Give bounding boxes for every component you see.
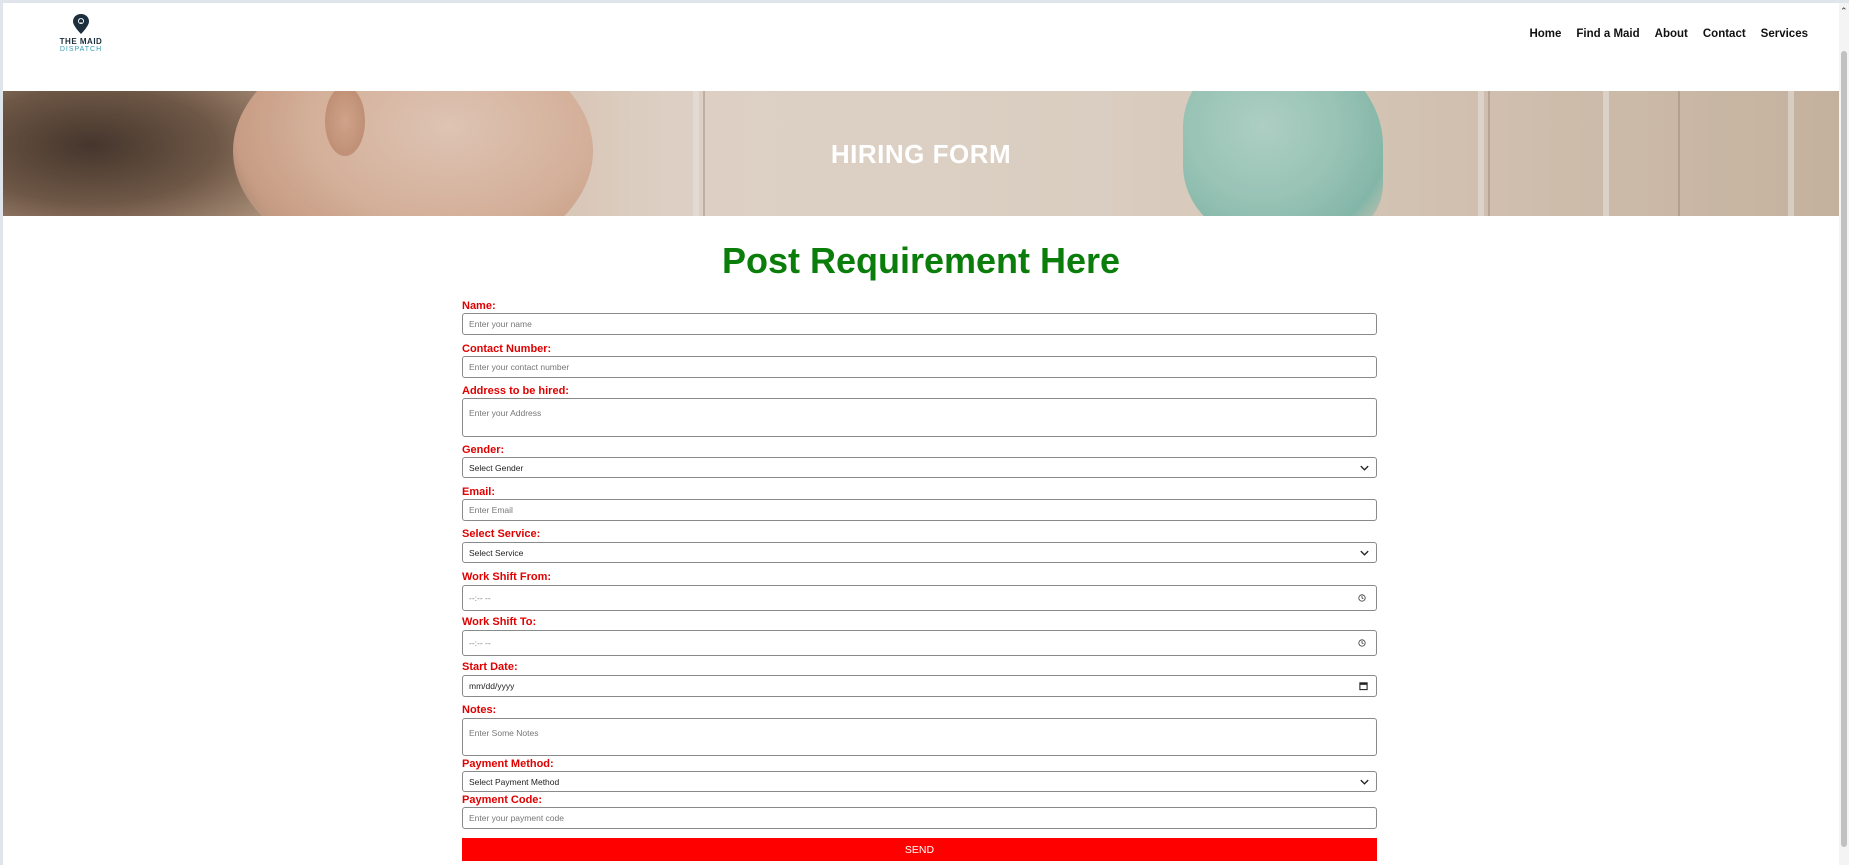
service-select[interactable]: Select Service	[462, 542, 1377, 563]
name-placeholder: Enter your name	[469, 319, 532, 329]
chevron-down-icon	[1360, 779, 1369, 785]
clock-icon[interactable]	[1358, 594, 1366, 602]
notes-placeholder: Enter Some Notes	[469, 728, 539, 738]
address-textarea[interactable]: Enter your Address	[462, 398, 1377, 437]
clock-icon[interactable]	[1358, 639, 1366, 647]
nav-services[interactable]: Services	[1761, 28, 1808, 40]
contact-number-input[interactable]: Enter your contact number	[462, 356, 1377, 378]
address-placeholder: Enter your Address	[469, 408, 542, 418]
contact-placeholder: Enter your contact number	[469, 362, 570, 372]
notes-textarea[interactable]: Enter Some Notes	[462, 718, 1377, 756]
shift-to-time-input[interactable]: --:-- --	[462, 630, 1377, 656]
nav-about[interactable]: About	[1655, 28, 1688, 40]
calendar-icon[interactable]	[1359, 682, 1368, 691]
site-header: THE MAID DISPATCH Home Find a Maid About…	[3, 3, 1839, 91]
banner-title: HIRING FORM	[830, 139, 1012, 169]
service-label: Select Service:	[462, 528, 541, 540]
logo-text-secondary: DISPATCH	[59, 46, 103, 53]
address-label: Address to be hired:	[462, 385, 569, 397]
gender-label: Gender:	[462, 444, 505, 456]
service-selected-value: Select Service	[469, 547, 524, 558]
payment-code-input[interactable]: Enter your payment code	[462, 807, 1377, 829]
shift-from-value: --:-- --	[469, 593, 491, 603]
main-nav: Home Find a Maid About Contact Services	[1529, 28, 1808, 40]
logo[interactable]: THE MAID DISPATCH	[55, 13, 107, 61]
chevron-down-icon	[1360, 465, 1369, 471]
gender-selected-value: Select Gender	[469, 462, 524, 473]
name-label: Name:	[462, 300, 496, 312]
scrollbar[interactable]: ⌃	[1839, 3, 1849, 865]
shift-from-time-input[interactable]: --:-- --	[462, 585, 1377, 611]
email-placeholder: Enter Email	[469, 505, 513, 515]
payment-method-select[interactable]: Select Payment Method	[462, 771, 1377, 792]
payment-method-selected-value: Select Payment Method	[469, 776, 560, 787]
nav-find-a-maid[interactable]: Find a Maid	[1576, 28, 1639, 40]
payment-code-label: Payment Code:	[462, 794, 543, 806]
contact-label: Contact Number:	[462, 343, 552, 355]
start-date-value: mm/dd/yyyy	[469, 681, 515, 691]
chevron-down-icon	[1360, 550, 1369, 556]
form-title: Post Requirement Here	[721, 240, 1121, 281]
shift-to-value: --:-- --	[469, 638, 491, 648]
map-pin-logo-icon	[73, 14, 89, 34]
email-input[interactable]: Enter Email	[462, 499, 1377, 521]
name-input[interactable]: Enter your name	[462, 313, 1377, 335]
page: THE MAID DISPATCH Home Find a Maid About…	[3, 3, 1839, 865]
start-date-label: Start Date:	[462, 661, 518, 673]
gender-select[interactable]: Select Gender	[462, 457, 1377, 478]
start-date-input[interactable]: mm/dd/yyyy	[462, 675, 1377, 697]
shift-to-label: Work Shift To:	[462, 616, 537, 628]
payment-method-label: Payment Method:	[462, 758, 554, 770]
shift-from-label: Work Shift From:	[462, 571, 552, 583]
nav-home[interactable]: Home	[1529, 28, 1561, 40]
scroll-up-icon[interactable]: ⌃	[1840, 7, 1848, 16]
payment-code-placeholder: Enter your payment code	[469, 813, 564, 823]
notes-label: Notes:	[462, 704, 497, 716]
hero-banner: HIRING FORM	[3, 91, 1839, 216]
email-label: Email:	[462, 486, 496, 498]
nav-contact[interactable]: Contact	[1703, 28, 1746, 40]
logo-text-primary: THE MAID	[59, 37, 103, 46]
send-button[interactable]: SEND	[462, 838, 1377, 861]
scrollbar-thumb[interactable]	[1841, 51, 1847, 847]
